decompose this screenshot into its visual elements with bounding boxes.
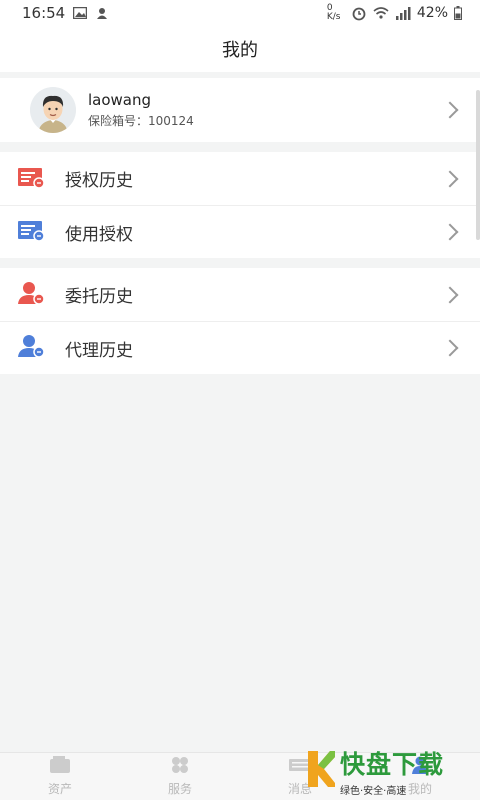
menu-label: 委托历史 xyxy=(65,287,133,307)
user-red-icon xyxy=(18,281,45,309)
grid-icon xyxy=(169,756,191,778)
document-red-icon xyxy=(18,166,45,192)
status-time: 16:54 xyxy=(22,4,66,22)
username: laowang xyxy=(88,91,152,109)
alarm-icon xyxy=(352,7,366,21)
tab-label: 服务 xyxy=(167,782,192,796)
page-title: 我的 xyxy=(222,40,258,61)
avatar xyxy=(30,87,76,133)
tab-assets[interactable]: 资产 xyxy=(0,753,120,800)
chevron-right-icon xyxy=(441,223,459,241)
menu-item-delegation-history[interactable]: 委托历史 xyxy=(0,268,480,321)
battery-percent: 42% xyxy=(416,5,448,21)
menu-label: 代理历史 xyxy=(65,340,133,361)
scrollbar[interactable] xyxy=(476,90,480,240)
watermark-k-icon xyxy=(306,749,336,793)
menu-label: 授权历史 xyxy=(65,171,133,191)
watermark-brand: 快盘下载 xyxy=(340,750,445,779)
image-icon xyxy=(73,7,88,19)
chevron-right-icon xyxy=(441,286,459,303)
status-bar: 16:54 0 K/s 42% xyxy=(0,0,480,26)
chevron-right-icon xyxy=(441,101,459,119)
menu-item-proxy-history[interactable]: 代理历史 xyxy=(0,321,480,374)
menu-item-authorization-history[interactable]: 授权历史 xyxy=(0,152,480,205)
wifi-icon xyxy=(373,7,389,19)
user-blue-icon xyxy=(18,334,45,362)
wallet-icon xyxy=(49,756,71,778)
battery-icon xyxy=(454,6,462,20)
watermark-slogan: 绿色·安全·高速 xyxy=(340,786,407,797)
title-bar: 我的 xyxy=(0,26,480,72)
signal-icon xyxy=(395,7,411,20)
safe-box-number: 保险箱号：100124 xyxy=(88,114,194,128)
delegation-group: 委托历史 代理历史 xyxy=(0,268,480,374)
menu-label: 使用授权 xyxy=(65,224,133,245)
authorization-group: 授权历史 使用授权 xyxy=(0,152,480,258)
network-speed: 0 K/s xyxy=(326,3,341,22)
chevron-right-icon xyxy=(441,339,459,357)
watermark-logo: 快盘下载 绿色·安全·高速 xyxy=(306,748,474,797)
tab-services[interactable]: 服务 xyxy=(120,753,240,800)
document-blue-icon xyxy=(18,219,45,245)
app-notification-icon xyxy=(97,8,108,19)
profile-card[interactable]: laowang 保险箱号：100124 xyxy=(0,78,480,142)
menu-item-use-authorization[interactable]: 使用授权 xyxy=(0,205,480,258)
chevron-right-icon xyxy=(441,170,459,187)
tab-label: 资产 xyxy=(47,782,72,796)
